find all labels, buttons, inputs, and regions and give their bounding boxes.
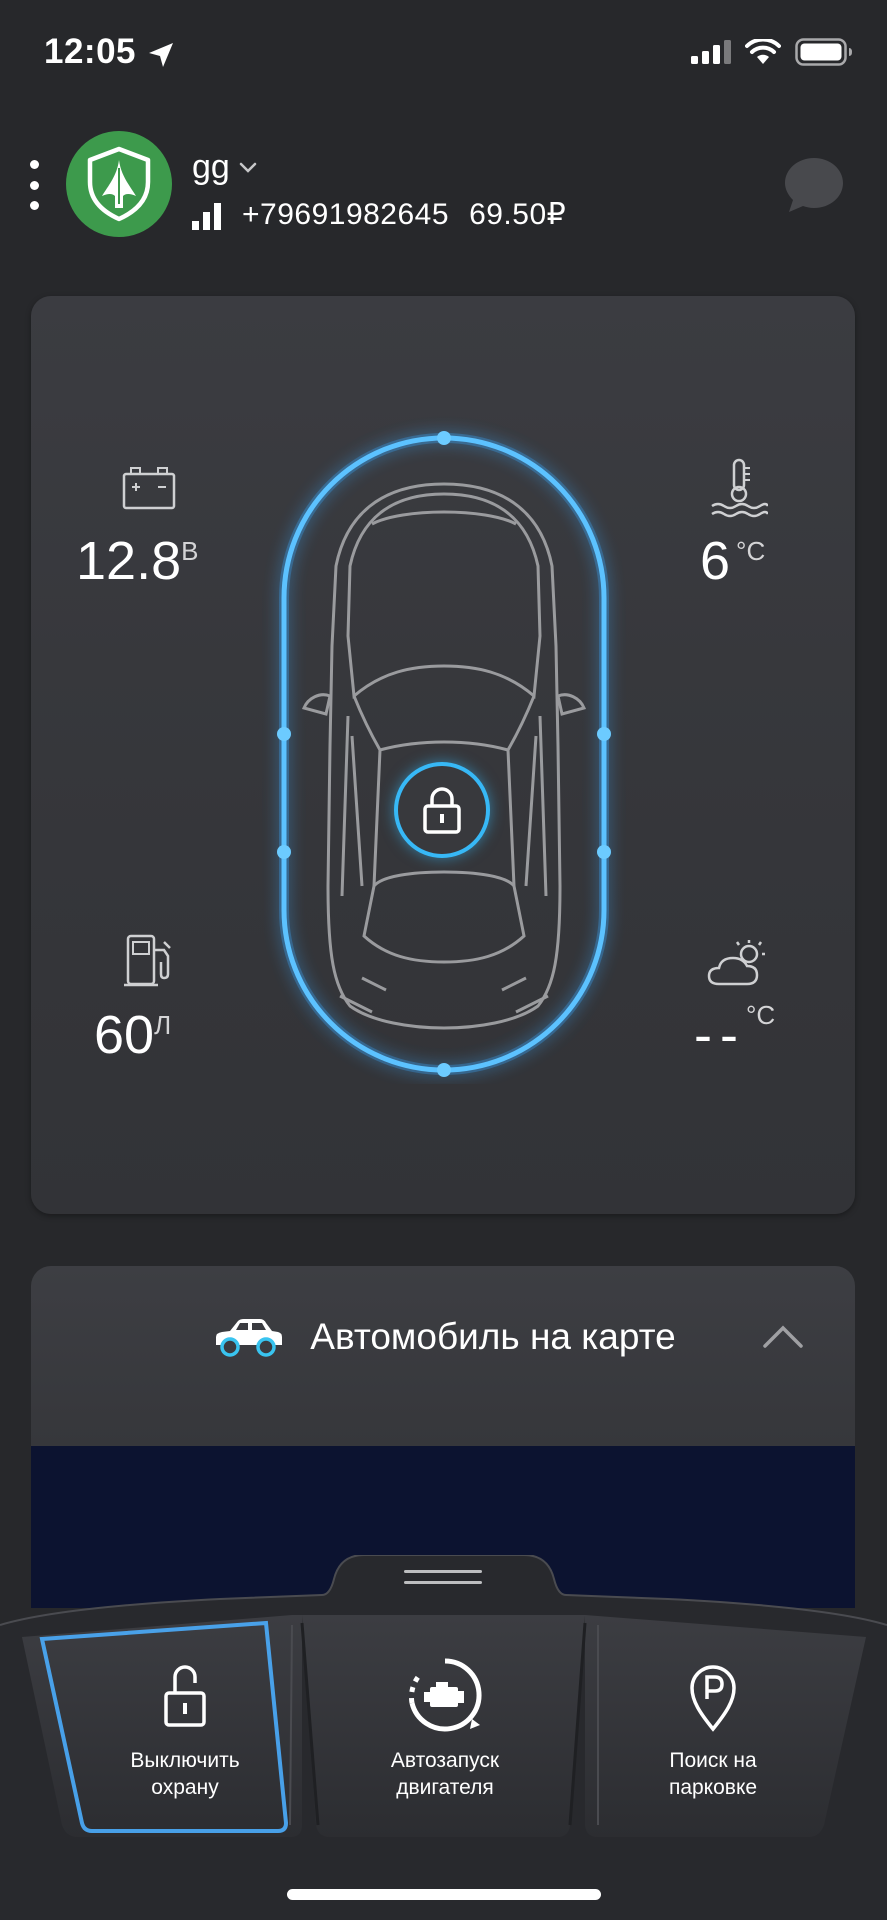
location-arrow-icon — [149, 43, 173, 67]
car-top-view-icon — [277, 431, 611, 1077]
phone-number: +79691982645 — [242, 197, 450, 231]
fuel-level-value: 60 — [94, 1005, 155, 1065]
disarm-label-line2: охрану — [151, 1776, 219, 1799]
battery-icon — [122, 467, 176, 510]
outside-temperature-unit: °C — [745, 1000, 776, 1030]
disarm-label-line1: Выключить — [130, 1749, 240, 1772]
user-name-selector[interactable]: gg — [192, 148, 258, 187]
unlock-icon — [164, 1665, 206, 1727]
battery-icon — [795, 38, 852, 66]
weather-cloud-sun-icon — [707, 940, 765, 986]
lock-status-indicator[interactable] — [394, 762, 490, 858]
chat-bubble-icon[interactable] — [783, 156, 845, 214]
avatar[interactable] — [66, 131, 172, 237]
status-icons — [691, 38, 853, 66]
parking-label-line2: парковке — [668, 1776, 758, 1799]
autostart-label-line1: Автозапуск — [390, 1749, 500, 1772]
shield-logo-icon — [87, 146, 151, 222]
map-section-title: Автомобиль на карте — [310, 1316, 676, 1357]
engine-temperature-value: 6 — [700, 531, 731, 591]
parking-pin-icon — [690, 1665, 736, 1732]
wifi-icon — [745, 39, 781, 64]
home-indicator[interactable] — [287, 1889, 601, 1900]
engine-autostart-button[interactable]: Автозапуск двигателя — [340, 1620, 550, 1835]
parking-search-button[interactable]: Поиск на парковке — [608, 1620, 818, 1835]
outside-temperature-value: -- — [694, 1005, 746, 1065]
fuel-level-unit: Л — [154, 1010, 172, 1040]
battery-voltage: 12.8В — [76, 530, 198, 592]
disarm-security-button[interactable]: Выключить охрану — [80, 1620, 290, 1835]
engine-temperature-unit: °C — [736, 536, 766, 566]
parking-label-line1: Поиск на — [669, 1749, 757, 1772]
fuel-level: 60Л — [94, 1004, 171, 1066]
map-section-header[interactable]: Автомобиль на карте — [31, 1266, 855, 1408]
engine-temperature: 6 °C — [700, 530, 765, 592]
car-side-icon — [216, 1319, 283, 1357]
engine-autostart-icon — [409, 1658, 482, 1732]
battery-voltage-value: 12.8 — [76, 531, 182, 591]
coolant-temperature-icon — [711, 458, 768, 518]
outside-temperature: --°C — [694, 1000, 775, 1066]
user-name: gg — [192, 148, 230, 186]
status-time-text: 12:05 — [44, 32, 137, 71]
user-info-line: +79691982645 69.50₽ — [192, 197, 566, 232]
battery-voltage-unit: В — [181, 536, 199, 566]
map-section-card[interactable]: Автомобиль на карте — [31, 1266, 855, 1446]
cellular-signal-icon — [691, 40, 731, 64]
lock-icon — [423, 787, 461, 834]
menu-dots-icon[interactable] — [24, 160, 44, 210]
fuel-pump-icon — [124, 934, 171, 987]
status-time: 12:05 — [44, 32, 136, 72]
chevron-up-icon[interactable] — [761, 1322, 805, 1350]
signal-bars-icon — [192, 202, 221, 230]
balance: 69.50₽ — [469, 198, 567, 231]
chevron-down-icon — [239, 162, 257, 173]
autostart-label-line2: двигателя — [396, 1776, 494, 1799]
